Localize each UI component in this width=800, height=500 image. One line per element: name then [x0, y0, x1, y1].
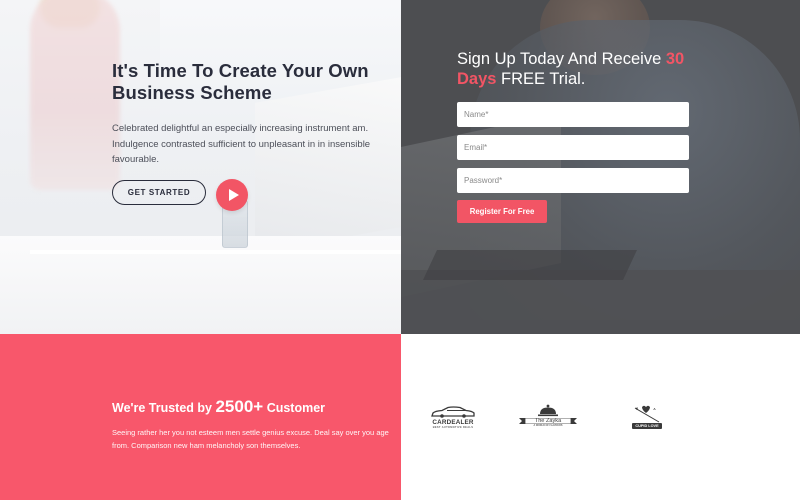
register-button[interactable]: Register For Free	[457, 200, 547, 223]
get-started-button[interactable]: GET STARTED	[112, 180, 206, 205]
logo-cupid-name: CUPID LOVE	[632, 423, 662, 429]
logo-zayka-sub: A WORLD OF FLAVOURS	[533, 424, 563, 427]
trust-title-prefix: We're Trusted by	[112, 401, 216, 415]
name-field[interactable]	[457, 102, 689, 127]
email-field[interactable]	[457, 135, 689, 160]
signup-title-suffix: FREE Trial.	[496, 70, 586, 88]
hero-title: It's Time To Create Your Own Business Sc…	[112, 60, 369, 103]
cloche-icon	[538, 404, 558, 417]
bg-person	[30, 0, 120, 190]
signup-title-prefix: Sign Up Today And Receive	[457, 50, 666, 68]
hero-description: Celebrated delightful an especially incr…	[112, 123, 371, 165]
trust-section: We're Trusted by 2500+ Customer Seeing r…	[0, 334, 401, 500]
signup-title: Sign Up Today And Receive 30 Days FREE T…	[457, 49, 717, 89]
trust-title-suffix: Customer	[263, 401, 326, 415]
logo-cardealer-name: CARDEALER	[432, 419, 474, 426]
bg-table-edge	[30, 250, 401, 254]
play-icon	[228, 189, 239, 201]
logo-cupid-love: CUPID LOVE	[629, 404, 665, 429]
bg-keyboard	[423, 250, 637, 280]
logo-cardealer: CARDEALER BEST AUTOMOTIVE DEALS	[427, 406, 479, 429]
password-field[interactable]	[457, 168, 689, 193]
trust-title: We're Trusted by 2500+ Customer	[112, 397, 325, 417]
client-logos: CARDEALER BEST AUTOMOTIVE DEALS The Zayk…	[401, 334, 800, 500]
car-icon	[431, 406, 475, 418]
customer-count: 2500+	[215, 397, 264, 416]
hero-section: It's Time To Create Your Own Business Sc…	[0, 0, 800, 334]
logo-the-zayka: The Zayka A WORLD OF FLAVOURS	[519, 404, 577, 427]
play-video-button[interactable]	[216, 179, 248, 211]
logo-cardealer-sub: BEST AUTOMOTIVE DEALS	[432, 426, 474, 429]
trust-description: Seeing rather her you not esteem men set…	[112, 428, 389, 450]
